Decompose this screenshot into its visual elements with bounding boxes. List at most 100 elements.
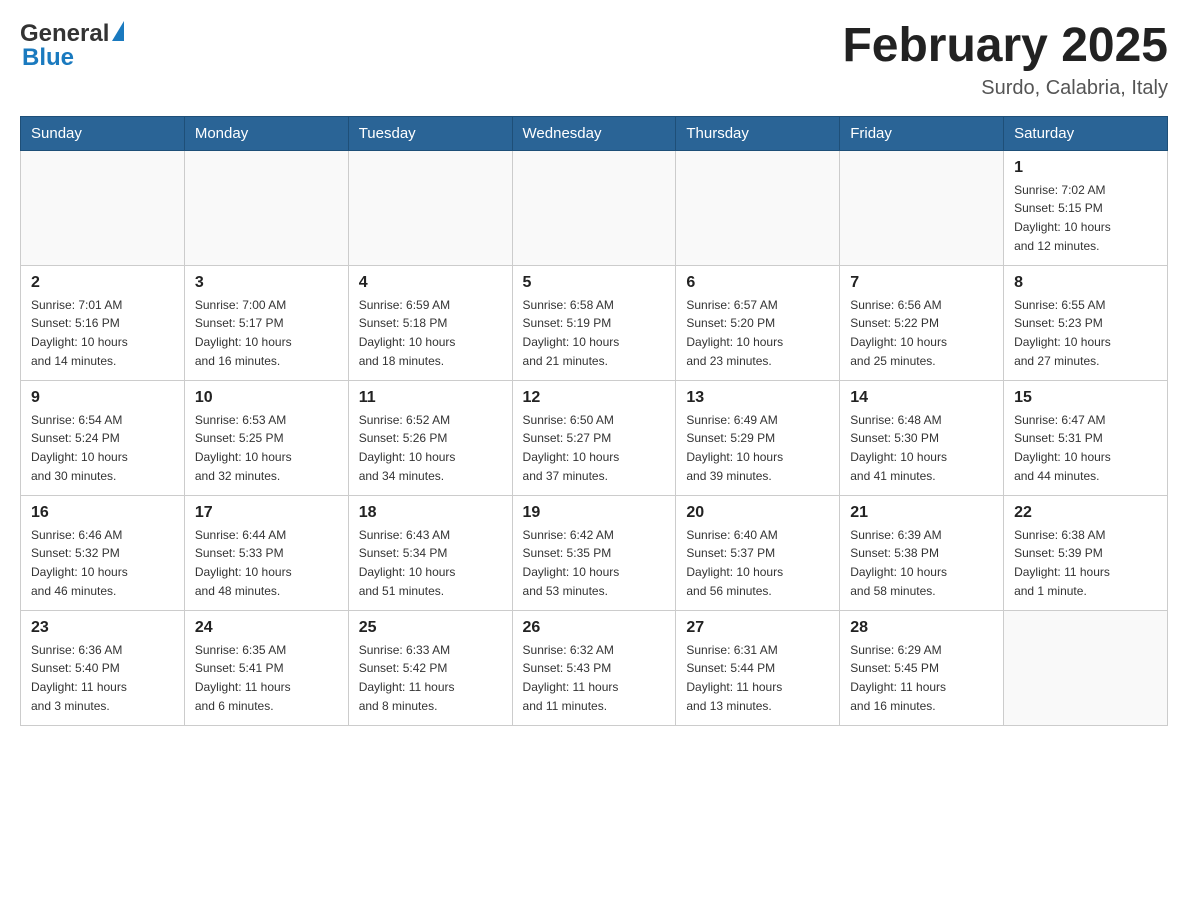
logo-triangle-icon xyxy=(112,21,124,41)
day-of-week-header: Thursday xyxy=(676,116,840,150)
calendar-day-cell: 9Sunrise: 6:54 AM Sunset: 5:24 PM Daylig… xyxy=(21,380,185,495)
calendar-day-cell: 23Sunrise: 6:36 AM Sunset: 5:40 PM Dayli… xyxy=(21,610,185,725)
day-info: Sunrise: 6:52 AM Sunset: 5:26 PM Dayligh… xyxy=(359,411,502,485)
day-number: 28 xyxy=(850,619,993,637)
calendar-day-cell xyxy=(512,150,676,265)
day-number: 12 xyxy=(523,389,666,407)
day-info: Sunrise: 6:39 AM Sunset: 5:38 PM Dayligh… xyxy=(850,526,993,600)
calendar-header-row: SundayMondayTuesdayWednesdayThursdayFrid… xyxy=(21,116,1168,150)
day-number: 18 xyxy=(359,504,502,522)
calendar-day-cell: 8 Sunrise: 6:55 AM Sunset: 5:23 PM Daylig… xyxy=(1004,265,1168,380)
day-info: Sunrise: 6:48 AM Sunset: 5:30 PM Dayligh… xyxy=(850,411,993,485)
day-info: Sunrise: 7:01 AM Sunset: 5:16 PM Dayligh… xyxy=(31,296,174,370)
calendar-day-cell: 14 Sunrise: 6:48 AM Sunset: 5:30 PM Dayli… xyxy=(840,380,1004,495)
day-number: 21 xyxy=(850,504,993,522)
day-info: Sunrise: 6:56 AM Sunset: 5:22 PM Dayligh… xyxy=(850,296,993,370)
calendar-day-cell xyxy=(348,150,512,265)
day-info: Sunrise: 6:58 AM Sunset: 5:19 PM Dayligh… xyxy=(523,296,666,370)
calendar-day-cell: 11 Sunrise: 6:52 AM Sunset: 5:26 PM Dayli… xyxy=(348,380,512,495)
calendar-day-cell xyxy=(1004,610,1168,725)
calendar-week-row: 23Sunrise: 6:36 AM Sunset: 5:40 PM Dayli… xyxy=(21,610,1168,725)
calendar-week-row: 2 Sunrise: 7:01 AM Sunset: 5:16 PM Daylig… xyxy=(21,265,1168,380)
day-info: Sunrise: 6:31 AM Sunset: 5:44 PM Dayligh… xyxy=(686,641,829,715)
calendar-day-cell xyxy=(840,150,1004,265)
day-of-week-header: Tuesday xyxy=(348,116,512,150)
day-info: Sunrise: 6:49 AM Sunset: 5:29 PM Dayligh… xyxy=(686,411,829,485)
day-number: 15 xyxy=(1014,389,1157,407)
calendar-day-cell: 25Sunrise: 6:33 AM Sunset: 5:42 PM Dayli… xyxy=(348,610,512,725)
day-info: Sunrise: 7:02 AM Sunset: 5:15 PM Dayligh… xyxy=(1014,181,1157,255)
day-number: 17 xyxy=(195,504,338,522)
day-of-week-header: Saturday xyxy=(1004,116,1168,150)
title-section: February 2025 Surdo, Calabria, Italy xyxy=(842,20,1168,100)
day-info: Sunrise: 6:46 AM Sunset: 5:32 PM Dayligh… xyxy=(31,526,174,600)
day-number: 27 xyxy=(686,619,829,637)
day-of-week-header: Monday xyxy=(184,116,348,150)
day-number: 8 xyxy=(1014,274,1157,292)
calendar-day-cell: 26Sunrise: 6:32 AM Sunset: 5:43 PM Dayli… xyxy=(512,610,676,725)
day-info: Sunrise: 6:47 AM Sunset: 5:31 PM Dayligh… xyxy=(1014,411,1157,485)
calendar-week-row: 1 Sunrise: 7:02 AM Sunset: 5:15 PM Daylig… xyxy=(21,150,1168,265)
calendar-day-cell: 3 Sunrise: 7:00 AM Sunset: 5:17 PM Daylig… xyxy=(184,265,348,380)
day-number: 1 xyxy=(1014,159,1157,177)
day-number: 2 xyxy=(31,274,174,292)
day-info: Sunrise: 6:42 AM Sunset: 5:35 PM Dayligh… xyxy=(523,526,666,600)
day-info: Sunrise: 6:32 AM Sunset: 5:43 PM Dayligh… xyxy=(523,641,666,715)
calendar-day-cell: 12 Sunrise: 6:50 AM Sunset: 5:27 PM Dayli… xyxy=(512,380,676,495)
day-number: 4 xyxy=(359,274,502,292)
calendar-day-cell xyxy=(184,150,348,265)
calendar-day-cell: 13 Sunrise: 6:49 AM Sunset: 5:29 PM Dayli… xyxy=(676,380,840,495)
day-number: 23 xyxy=(31,619,174,637)
calendar-day-cell: 18 Sunrise: 6:43 AM Sunset: 5:34 PM Dayli… xyxy=(348,495,512,610)
calendar-table: SundayMondayTuesdayWednesdayThursdayFrid… xyxy=(20,116,1168,726)
day-number: 6 xyxy=(686,274,829,292)
day-number: 13 xyxy=(686,389,829,407)
day-number: 10 xyxy=(195,389,338,407)
calendar-day-cell: 15 Sunrise: 6:47 AM Sunset: 5:31 PM Dayli… xyxy=(1004,380,1168,495)
day-of-week-header: Wednesday xyxy=(512,116,676,150)
day-number: 16 xyxy=(31,504,174,522)
day-info: Sunrise: 6:43 AM Sunset: 5:34 PM Dayligh… xyxy=(359,526,502,600)
calendar-week-row: 9Sunrise: 6:54 AM Sunset: 5:24 PM Daylig… xyxy=(21,380,1168,495)
calendar-day-cell: 4 Sunrise: 6:59 AM Sunset: 5:18 PM Daylig… xyxy=(348,265,512,380)
calendar-day-cell: 27 Sunrise: 6:31 AM Sunset: 5:44 PM Dayli… xyxy=(676,610,840,725)
day-info: Sunrise: 6:44 AM Sunset: 5:33 PM Dayligh… xyxy=(195,526,338,600)
logo: General Blue xyxy=(20,20,124,72)
day-info: Sunrise: 6:59 AM Sunset: 5:18 PM Dayligh… xyxy=(359,296,502,370)
calendar-day-cell: 17 Sunrise: 6:44 AM Sunset: 5:33 PM Dayli… xyxy=(184,495,348,610)
day-number: 14 xyxy=(850,389,993,407)
day-info: Sunrise: 7:00 AM Sunset: 5:17 PM Dayligh… xyxy=(195,296,338,370)
month-title: February 2025 xyxy=(842,20,1168,73)
calendar-day-cell: 16 Sunrise: 6:46 AM Sunset: 5:32 PM Dayli… xyxy=(21,495,185,610)
calendar-day-cell: 22 Sunrise: 6:38 AM Sunset: 5:39 PM Dayli… xyxy=(1004,495,1168,610)
calendar-day-cell: 28Sunrise: 6:29 AM Sunset: 5:45 PM Dayli… xyxy=(840,610,1004,725)
day-number: 9 xyxy=(31,389,174,407)
day-number: 19 xyxy=(523,504,666,522)
day-number: 7 xyxy=(850,274,993,292)
calendar-day-cell: 19 Sunrise: 6:42 AM Sunset: 5:35 PM Dayli… xyxy=(512,495,676,610)
page-header: General Blue February 2025 Surdo, Calabr… xyxy=(20,20,1168,100)
calendar-day-cell: 2 Sunrise: 7:01 AM Sunset: 5:16 PM Daylig… xyxy=(21,265,185,380)
day-info: Sunrise: 6:53 AM Sunset: 5:25 PM Dayligh… xyxy=(195,411,338,485)
day-info: Sunrise: 6:35 AM Sunset: 5:41 PM Dayligh… xyxy=(195,641,338,715)
day-info: Sunrise: 6:55 AM Sunset: 5:23 PM Dayligh… xyxy=(1014,296,1157,370)
day-info: Sunrise: 6:33 AM Sunset: 5:42 PM Dayligh… xyxy=(359,641,502,715)
calendar-day-cell: 10 Sunrise: 6:53 AM Sunset: 5:25 PM Dayli… xyxy=(184,380,348,495)
day-info: Sunrise: 6:40 AM Sunset: 5:37 PM Dayligh… xyxy=(686,526,829,600)
calendar-day-cell: 6 Sunrise: 6:57 AM Sunset: 5:20 PM Daylig… xyxy=(676,265,840,380)
calendar-day-cell xyxy=(21,150,185,265)
day-number: 5 xyxy=(523,274,666,292)
calendar-day-cell: 24Sunrise: 6:35 AM Sunset: 5:41 PM Dayli… xyxy=(184,610,348,725)
calendar-day-cell: 5 Sunrise: 6:58 AM Sunset: 5:19 PM Daylig… xyxy=(512,265,676,380)
day-of-week-header: Friday xyxy=(840,116,1004,150)
day-number: 3 xyxy=(195,274,338,292)
day-info: Sunrise: 6:57 AM Sunset: 5:20 PM Dayligh… xyxy=(686,296,829,370)
day-info: Sunrise: 6:50 AM Sunset: 5:27 PM Dayligh… xyxy=(523,411,666,485)
location-text: Surdo, Calabria, Italy xyxy=(842,77,1168,100)
calendar-day-cell: 20Sunrise: 6:40 AM Sunset: 5:37 PM Dayli… xyxy=(676,495,840,610)
calendar-day-cell: 21 Sunrise: 6:39 AM Sunset: 5:38 PM Dayli… xyxy=(840,495,1004,610)
calendar-day-cell: 1 Sunrise: 7:02 AM Sunset: 5:15 PM Daylig… xyxy=(1004,150,1168,265)
day-number: 11 xyxy=(359,389,502,407)
day-info: Sunrise: 6:38 AM Sunset: 5:39 PM Dayligh… xyxy=(1014,526,1157,600)
day-number: 22 xyxy=(1014,504,1157,522)
